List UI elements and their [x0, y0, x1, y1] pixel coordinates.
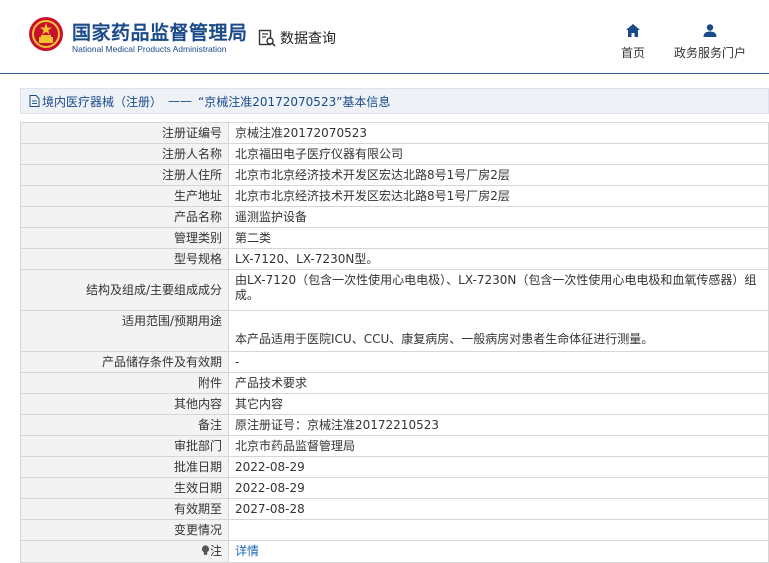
breadcrumb-category[interactable]: 境内医疗器械（注册）: [42, 93, 162, 110]
row-label: 审批部门: [20, 435, 229, 457]
table-row: 注册证编号 京械注准20172070523: [20, 122, 769, 144]
row-value: LX-7120、LX-7230N型。: [228, 248, 769, 270]
note-label: 注: [209, 544, 222, 558]
row-value: -: [228, 351, 769, 373]
table-row: 注册人住所 北京市北京经济技术开发区宏达北路8号1号厂房2层: [20, 164, 769, 186]
table-row: 其他内容 其它内容: [20, 393, 769, 415]
table-row: 管理类别 第二类: [20, 227, 769, 249]
table-row: 型号规格 LX-7120、LX-7230N型。: [20, 248, 769, 270]
site-name-en[interactable]: National Medical Products Administration: [72, 44, 227, 54]
row-value: 第二类: [228, 227, 769, 249]
row-value: 产品技术要求: [228, 372, 769, 394]
document-icon: [29, 95, 40, 107]
row-label: 产品储存条件及有效期: [20, 351, 229, 373]
row-label: 附件: [20, 372, 229, 394]
home-label: 首页: [620, 46, 645, 60]
table-row: 生产地址 北京市北京经济技术开发区宏达北路8号1号厂房2层: [20, 185, 769, 207]
table-row: 备注 原注册证号：京械注准20172210523: [20, 414, 769, 436]
table-row: 变更情况: [20, 519, 769, 541]
row-label: 注册人名称: [20, 143, 229, 165]
row-value: 原注册证号：京械注准20172210523: [228, 414, 769, 436]
row-value: 2022-08-29: [228, 477, 769, 499]
home-link[interactable]: 首页: [612, 24, 654, 61]
search-list-icon: [258, 29, 276, 47]
row-label: 注册人住所: [20, 164, 229, 186]
row-label: 变更情况: [20, 519, 229, 541]
data-query-label: 数据查询: [280, 31, 336, 47]
row-value: 北京市北京经济技术开发区宏达北路8号1号厂房2层: [228, 164, 769, 186]
lightbulb-icon: [201, 545, 210, 555]
table-row: 注册人名称 北京福田电子医疗仪器有限公司: [20, 143, 769, 165]
row-label: 适用范围/预期用途: [20, 310, 229, 352]
details-link[interactable]: 详情: [235, 544, 259, 558]
breadcrumb-current: “京械注准20172070523”基本信息: [198, 94, 391, 109]
user-icon: [703, 24, 717, 37]
row-label: 批准日期: [20, 456, 229, 478]
table-row: 产品名称 遥测监护设备: [20, 206, 769, 228]
row-label: 结构及组成/主要组成成分: [20, 269, 229, 311]
row-value: 北京市药品监督管理局: [228, 435, 769, 457]
row-value: [228, 519, 769, 541]
row-label: 产品名称: [20, 206, 229, 228]
site-header: 国家药品监督管理局 National Medical Products Admi…: [0, 0, 769, 74]
row-label: 其他内容: [20, 393, 229, 415]
service-portal-link[interactable]: 政务服务门户: [670, 24, 750, 61]
national-emblem-icon: [29, 17, 63, 51]
row-value: 北京市北京经济技术开发区宏达北路8号1号厂房2层: [228, 185, 769, 207]
row-value: 本产品适用于医院ICU、CCU、康复病房、一般病房对患者生命体征进行测量。: [228, 310, 769, 352]
row-label: 生产地址: [20, 185, 229, 207]
row-value: 2022-08-29: [228, 456, 769, 478]
data-query-link[interactable]: 数据查询: [258, 28, 336, 48]
row-label: 备注: [20, 414, 229, 436]
table-row: 适用范围/预期用途 本产品适用于医院ICU、CCU、康复病房、一般病房对患者生命…: [20, 310, 769, 352]
table-row: 结构及组成/主要组成成分 由LX-7120（包含一次性使用心电电极）、LX-72…: [20, 269, 769, 311]
home-icon: [626, 24, 640, 37]
row-label: 生效日期: [20, 477, 229, 499]
table-row: 有效期至 2027-08-28: [20, 498, 769, 520]
breadcrumb: 境内医疗器械（注册） —— “京械注准20172070523”基本信息: [20, 88, 769, 114]
service-portal-label: 政务服务门户: [673, 46, 746, 60]
table-row: 审批部门 北京市药品监督管理局: [20, 435, 769, 457]
row-value: 北京福田电子医疗仪器有限公司: [228, 143, 769, 165]
site-name[interactable]: 国家药品监督管理局: [72, 18, 248, 45]
row-label: 管理类别: [20, 227, 229, 249]
table-row: 批准日期 2022-08-29: [20, 456, 769, 478]
row-value: 其它内容: [228, 393, 769, 415]
detail-table: 注册证编号 京械注准20172070523 注册人名称 北京福田电子医疗仪器有限…: [20, 122, 769, 563]
table-row: 附件 产品技术要求: [20, 372, 769, 394]
breadcrumb-separator: ——: [168, 94, 193, 108]
table-row: 产品储存条件及有效期 -: [20, 351, 769, 373]
table-row: 生效日期 2022-08-29: [20, 477, 769, 499]
row-value: 2027-08-28: [228, 498, 769, 520]
row-value: 遥测监护设备: [228, 206, 769, 228]
row-value: 京械注准20172070523: [228, 122, 769, 144]
row-label: 注册证编号: [20, 122, 229, 144]
row-label: 有效期至: [20, 498, 229, 520]
row-value: 由LX-7120（包含一次性使用心电电极）、LX-7230N（包含一次性使用心电…: [228, 269, 769, 311]
row-label: 型号规格: [20, 248, 229, 270]
